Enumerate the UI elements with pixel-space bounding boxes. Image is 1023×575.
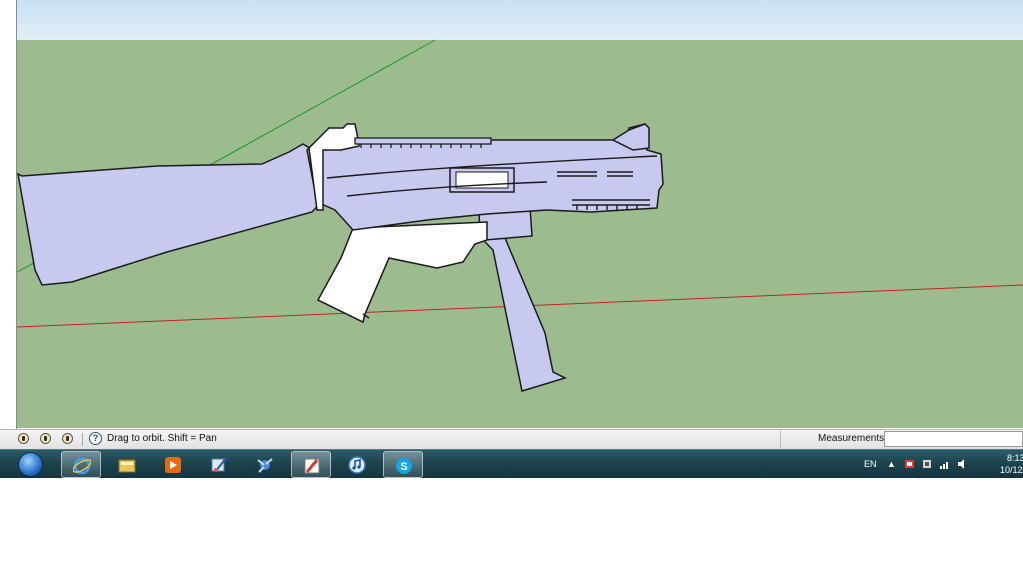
window-left-edge (0, 0, 17, 429)
show-hidden-icons-icon[interactable]: ▲ (887, 459, 896, 469)
itunes-icon (348, 456, 366, 474)
internet-explorer-icon (73, 457, 91, 475)
network-app-icon (257, 458, 273, 473)
help-icon[interactable]: ? (89, 432, 102, 445)
sky (17, 0, 1023, 40)
taskbar-skype[interactable]: S (383, 451, 423, 478)
action-center-icon[interactable] (905, 459, 915, 469)
language-indicator[interactable]: EN (864, 459, 877, 469)
clock-date[interactable]: 10/12/2011 (1000, 465, 1023, 475)
windows-explorer-icon (118, 459, 136, 473)
3d-viewport[interactable] (17, 0, 1023, 428)
taskbar-windows-explorer[interactable] (107, 451, 147, 478)
device-icon[interactable] (922, 459, 932, 469)
sketchup-window: ? Drag to orbit. Shift = Pan Measurement… (0, 0, 1023, 478)
taskbar-internet-explorer[interactable] (61, 451, 101, 478)
clock-time[interactable]: 8:13 PM (1007, 453, 1023, 463)
status-bar: ? Drag to orbit. Shift = Pan Measurement… (0, 429, 1023, 449)
sketchup-icon (304, 458, 320, 474)
svg-text:S: S (400, 461, 407, 473)
taskbar-sketchup[interactable] (291, 451, 331, 478)
geo-location-icon[interactable] (18, 433, 29, 444)
start-button[interactable] (18, 452, 43, 477)
skype-icon: S (396, 458, 412, 474)
measurements-field[interactable] (884, 431, 1023, 447)
taskbar-network-app[interactable] (245, 451, 285, 478)
paint-icon (211, 457, 227, 472)
taskbar-media-player[interactable] (153, 451, 193, 478)
taskbar-paint[interactable] (199, 451, 239, 478)
windows-taskbar: S EN ▲ 8:13 PM 10/12/2011 (0, 449, 1023, 478)
measurements-label: Measurements (818, 433, 885, 444)
status-hint: Drag to orbit. Shift = Pan (107, 433, 217, 444)
media-player-icon (165, 457, 181, 473)
volume-icon[interactable] (958, 459, 968, 469)
network-signal-icon[interactable] (940, 459, 950, 469)
user-account-icon[interactable] (62, 433, 73, 444)
model-scene[interactable] (17, 0, 1023, 428)
taskbar-itunes[interactable] (337, 451, 377, 478)
status-separator-2 (780, 430, 781, 449)
credits-icon[interactable] (40, 433, 51, 444)
status-separator (82, 433, 83, 446)
